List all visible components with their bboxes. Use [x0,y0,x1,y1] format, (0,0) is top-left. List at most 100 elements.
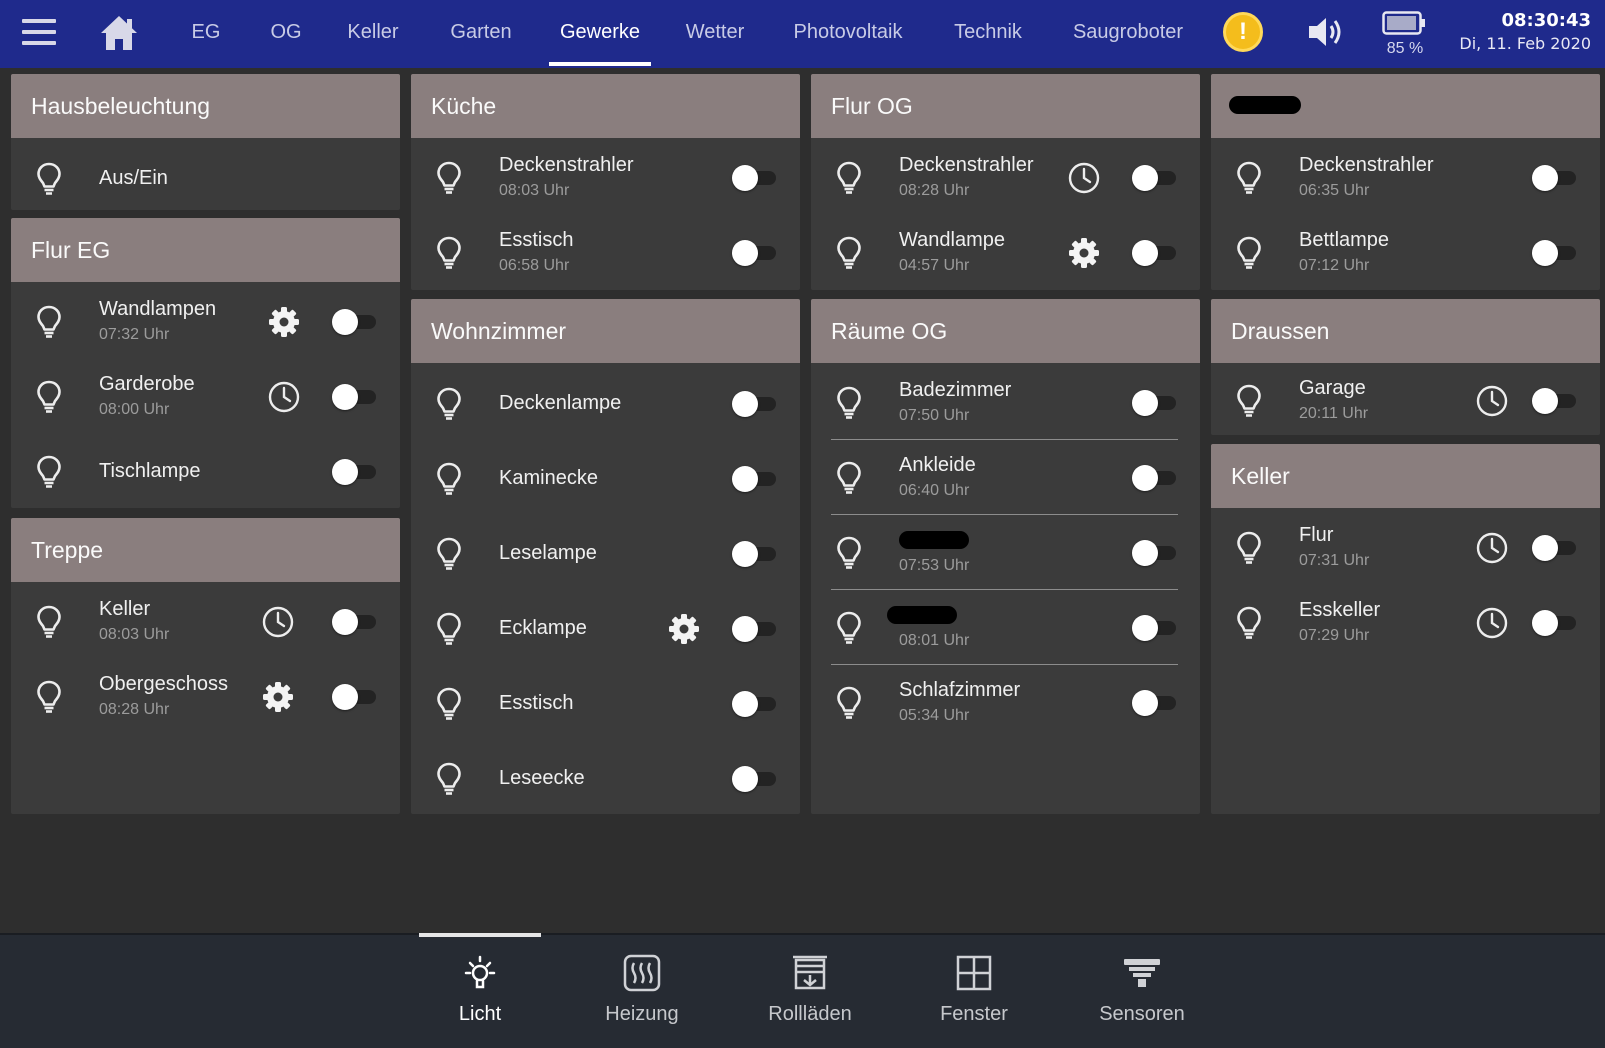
list-item: Garage 20:11 Uhr [1211,363,1600,435]
tab-garten[interactable]: Garten [444,0,518,68]
tab-keller[interactable]: Keller [338,0,408,68]
light-bulb-icon [464,955,496,989]
clock-icon[interactable] [1475,606,1509,640]
gear-icon[interactable] [1067,236,1101,270]
toggle-switch[interactable] [732,390,778,417]
tab-og[interactable]: OG [258,0,314,68]
tab-eg[interactable]: EG [180,0,232,68]
light-bulb-icon [1235,160,1263,196]
warning-icon[interactable]: ! [1223,12,1263,52]
toggle-switch[interactable] [732,615,778,642]
list-item: Deckenlampe [411,366,800,441]
clock-icon[interactable] [1067,161,1101,195]
window-icon [956,955,992,991]
toggle-switch[interactable] [732,540,778,567]
item-name: Keller [99,598,151,620]
card-wohnzimmer: Wohnzimmer Deckenlampe Kaminecke Leselam… [411,299,800,814]
toggle-switch[interactable] [1132,614,1178,641]
toggle-switch[interactable] [1132,539,1178,566]
nav-licht[interactable]: Licht [415,933,545,1048]
item-name: Deckenstrahler [499,154,634,176]
light-bulb-icon [1235,530,1263,566]
list-item: Esskeller 07:29 Uhr [1211,585,1600,660]
clock-icon[interactable] [261,605,295,639]
item-time: 08:28 Uhr [899,182,970,199]
item-time: 07:50 Uhr [899,407,970,424]
card-zimmer: Deckenstrahler 06:35 Uhr Bettlampe 07:12… [1211,74,1600,290]
item-name: Bettlampe [1299,229,1390,251]
item-name: Schlafzimmer [899,679,1021,701]
clock-icon[interactable] [1475,384,1509,418]
item-time: 08:00 Uhr [99,401,170,418]
item-time: 08:28 Uhr [99,701,170,718]
toggle-switch[interactable] [1532,387,1578,414]
gear-icon[interactable] [261,680,295,714]
toggle-switch[interactable] [332,683,378,710]
item-name: Badezimmer [899,379,1012,401]
toggle-switch[interactable] [732,164,778,191]
item-name: Wandlampe [899,229,1005,251]
toggle-switch[interactable] [332,308,378,335]
tab-wetter[interactable]: Wetter [680,0,750,68]
tab-saugroboter[interactable]: Saugroboter [1066,0,1190,68]
toggle-switch[interactable] [732,690,778,717]
toggle-switch[interactable] [1132,689,1178,716]
nav-rolllaeden[interactable]: Rollläden [745,935,875,1048]
clock-icon[interactable] [267,380,301,414]
nav-sensoren[interactable]: Sensoren [1077,935,1207,1048]
toggle-switch[interactable] [332,383,378,410]
card-keller: Keller Flur 07:31 Uhr Esskeller 07:29 Uh… [1211,444,1600,814]
toggle-switch[interactable] [332,458,378,485]
toggle-switch[interactable] [732,465,778,492]
list-item: Badezimmer 07:50 Uhr [811,365,1200,440]
nav-fenster[interactable]: Fenster [909,935,1039,1048]
list-item[interactable]: Aus/Ein [11,141,400,210]
light-bulb-icon [435,160,463,196]
toggle-switch[interactable] [332,608,378,635]
toggle-switch[interactable] [1132,164,1178,191]
list-item: Bettlampe 07:12 Uhr [1211,215,1600,290]
battery-percent: 85 % [1386,40,1424,57]
toggle-switch[interactable] [1132,464,1178,491]
list-item: Esstisch 06:58 Uhr [411,215,800,290]
speaker-icon[interactable] [1306,14,1346,50]
gear-icon[interactable] [667,612,701,646]
item-time: 04:57 Uhr [899,257,970,274]
card-flur-eg: Flur EG Wandlampen 07:32 Uhr Garderobe 0… [11,218,400,508]
toggle-switch[interactable] [1132,389,1178,416]
toggle-switch[interactable] [1532,534,1578,561]
light-bulb-icon [435,386,463,422]
card-title: Flur EG [11,218,400,282]
toggle-switch[interactable] [1532,239,1578,266]
tab-technik[interactable]: Technik [944,0,1032,68]
card-draussen: Draussen Garage 20:11 Uhr [1211,299,1600,435]
tab-photovoltaik[interactable]: Photovoltaik [788,0,908,68]
card-hausbeleuchtung: Hausbeleuchtung Aus/Ein [11,74,400,210]
card-treppe: Treppe Keller 08:03 Uhr Obergeschoss 08:… [11,518,400,814]
card-title: Wohnzimmer [411,299,800,363]
light-bulb-icon [1235,235,1263,271]
toggle-switch[interactable] [732,765,778,792]
nav-heizung[interactable]: Heizung [577,935,707,1048]
menu-icon[interactable] [22,19,56,47]
item-name: Ankleide [899,454,976,476]
toggle-switch[interactable] [732,239,778,266]
card-kueche: Küche Deckenstrahler 08:03 Uhr Esstisch … [411,74,800,290]
list-item: Schlafzimmer 05:34 Uhr [811,665,1200,740]
card-title: Flur OG [811,74,1200,138]
item-name: Esstisch [499,692,574,714]
clock-icon[interactable] [1475,531,1509,565]
toggle-switch[interactable] [1132,239,1178,266]
list-item: Deckenstrahler 08:28 Uhr [811,140,1200,215]
item-time: 06:58 Uhr [499,257,570,274]
toggle-switch[interactable] [1532,609,1578,636]
item-time: 07:32 Uhr [99,326,170,343]
home-icon[interactable] [99,14,139,52]
gear-icon[interactable] [267,305,301,339]
list-item: Leselampe [411,516,800,591]
redacted-name [887,606,957,624]
tab-gewerke[interactable]: Gewerke [549,0,651,68]
list-item: Obergeschoss 08:28 Uhr [11,659,400,734]
item-name: Deckenlampe [499,392,622,414]
toggle-switch[interactable] [1532,164,1578,191]
